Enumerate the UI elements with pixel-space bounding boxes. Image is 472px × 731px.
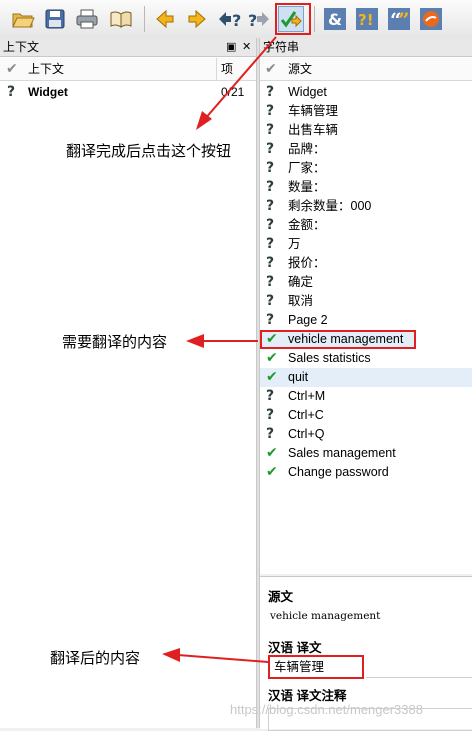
arrow-to-translation (177, 654, 269, 663)
arrow-to-button (203, 36, 277, 121)
annotation-arrows (162, 36, 277, 663)
